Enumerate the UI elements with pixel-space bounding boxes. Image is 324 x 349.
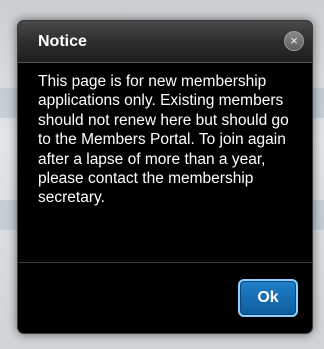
close-icon: × (290, 33, 298, 48)
dialog-title: Notice (38, 33, 87, 50)
close-button[interactable]: × (284, 31, 304, 51)
dialog-footer: Ok (18, 262, 312, 333)
ok-button[interactable]: Ok (238, 279, 298, 317)
dialog-body: This page is for new membership applicat… (18, 63, 312, 263)
notice-dialog: Notice × This page is for new membership… (17, 20, 313, 334)
dialog-message: This page is for new membership applicat… (38, 73, 289, 207)
dialog-header: Notice × (18, 21, 312, 63)
